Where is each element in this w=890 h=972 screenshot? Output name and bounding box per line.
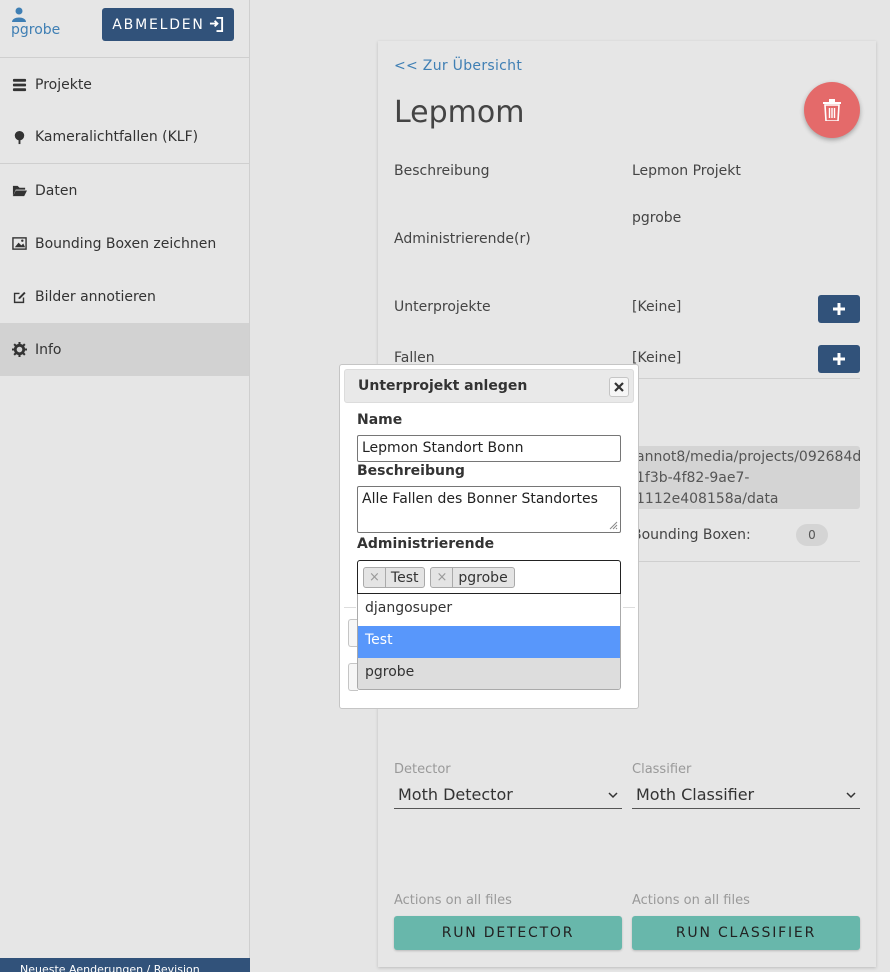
chip-remove-button[interactable]: ×: [431, 568, 454, 587]
admins-label: Administrierende: [357, 536, 495, 552]
classifier-value: Moth Classifier: [636, 785, 755, 804]
plus-icon: [833, 353, 845, 365]
description-value: Lepmon Projekt: [632, 163, 741, 179]
logout-label: ABMELDEN: [112, 16, 205, 33]
sidebar-item-label: Projekte: [35, 76, 92, 93]
detector-label: Detector: [394, 762, 451, 777]
project-title: Lepmom: [394, 95, 525, 130]
sidebar-item-label: Bounding Boxen zeichnen: [35, 235, 217, 252]
sidebar-item-info[interactable]: Info: [0, 323, 249, 376]
name-input[interactable]: Lepmon Standort Bonn: [357, 435, 621, 462]
server-icon: [11, 77, 27, 93]
sign-in-icon: [209, 17, 223, 32]
add-subproject-button[interactable]: [818, 295, 860, 323]
description-label: Beschreibung: [357, 463, 465, 479]
dropdown-option[interactable]: Test: [358, 626, 620, 658]
sidebar-item-daten[interactable]: Daten: [0, 164, 249, 217]
description-textarea-value: Alle Fallen des Bonner Standortes: [362, 491, 598, 507]
dialog-header: Unterprojekt anlegen: [344, 369, 634, 403]
data-path: annot8/media/projects/092684d7-1f3b-4f82…: [632, 446, 860, 509]
divider: [632, 378, 860, 379]
name-label: Name: [357, 412, 403, 428]
description-textarea[interactable]: Alle Fallen des Bonner Standortes: [357, 486, 621, 533]
bounding-boxes-label: Bounding Boxen:: [632, 527, 751, 543]
admins-dropdown: djangosuper Test pgrobe: [357, 594, 621, 690]
sidebar: pgrobe ABMELDEN Projekte Kameralichtfall…: [0, 0, 250, 972]
image-icon: [11, 236, 27, 252]
bounding-boxes-count: 0: [796, 524, 828, 546]
classifier-select[interactable]: Moth Classifier: [632, 782, 860, 809]
classifier-actions-label: Actions on all files: [632, 893, 750, 908]
description-label: Beschreibung: [394, 163, 490, 179]
dialog-divider: [623, 607, 635, 608]
sidebar-item-bounding-boxen[interactable]: Bounding Boxen zeichnen: [0, 217, 249, 270]
sidebar-item-label: Info: [35, 341, 62, 358]
admins-multiselect[interactable]: × Test × pgrobe: [357, 560, 621, 594]
sidebar-footer[interactable]: Neueste Aenderungen / Revision: [0, 958, 250, 972]
chevron-down-icon: [608, 792, 618, 799]
dialog-divider: [344, 607, 356, 608]
sidebar-item-kameralichtfallen[interactable]: Kameralichtfallen (KLF): [0, 111, 249, 164]
sidebar-header: pgrobe ABMELDEN: [0, 0, 249, 58]
chip-label: Test: [390, 569, 419, 586]
admins-label: Administrierende(r): [394, 231, 531, 247]
sidebar-item-label: Daten: [35, 182, 78, 199]
sidebar-item-bilder-annotieren[interactable]: Bilder annotieren: [0, 270, 249, 323]
back-to-overview-link[interactable]: << Zur Übersicht: [394, 58, 522, 74]
subprojects-label: Unterprojekte: [394, 299, 491, 315]
detector-select[interactable]: Moth Detector: [394, 782, 622, 809]
plus-icon: [833, 303, 845, 315]
user-icon: [12, 7, 26, 22]
run-classifier-button[interactable]: RUN CLASSIFIER: [632, 916, 860, 950]
tree-icon: [11, 129, 27, 145]
chevron-down-icon: [846, 792, 856, 799]
close-icon: [614, 382, 624, 392]
sidebar-item-label: Bilder annotieren: [35, 288, 156, 305]
chip-remove-button[interactable]: ×: [364, 568, 386, 587]
add-trap-button[interactable]: [818, 345, 860, 373]
detector-value: Moth Detector: [398, 785, 513, 804]
dropdown-option[interactable]: djangosuper: [358, 594, 620, 626]
traps-value: [Keine]: [632, 350, 682, 366]
resize-grip-icon[interactable]: [609, 521, 618, 530]
name-input-value: Lepmon Standort Bonn: [362, 440, 524, 456]
admins-value: pgrobe: [632, 210, 682, 226]
folder-open-icon: [11, 183, 27, 199]
logout-button[interactable]: ABMELDEN: [102, 8, 234, 41]
subprojects-value: [Keine]: [632, 299, 682, 315]
delete-project-button[interactable]: [804, 82, 860, 138]
gear-icon: [11, 342, 27, 358]
dialog-title: Unterprojekt anlegen: [358, 378, 528, 394]
divider: [632, 561, 860, 562]
classifier-label: Classifier: [632, 762, 692, 777]
create-subproject-dialog: Unterprojekt anlegen Name Lepmon Standor…: [339, 364, 639, 709]
chip-label: pgrobe: [458, 569, 508, 586]
run-detector-button[interactable]: RUN DETECTOR: [394, 916, 622, 950]
sidebar-footer-text: Neueste Aenderungen / Revision: [20, 963, 200, 972]
dropdown-option[interactable]: pgrobe: [358, 658, 620, 689]
sidebar-item-label: Kameralichtfallen (KLF): [35, 129, 199, 145]
edit-icon: [11, 289, 27, 305]
detector-actions-label: Actions on all files: [394, 893, 512, 908]
admin-chip: × Test: [363, 567, 426, 588]
admin-chip: × pgrobe: [430, 567, 515, 588]
sidebar-item-projekte[interactable]: Projekte: [0, 58, 249, 111]
trash-icon: [823, 99, 841, 121]
dialog-close-button[interactable]: [609, 377, 629, 397]
user-name[interactable]: pgrobe: [11, 22, 60, 38]
